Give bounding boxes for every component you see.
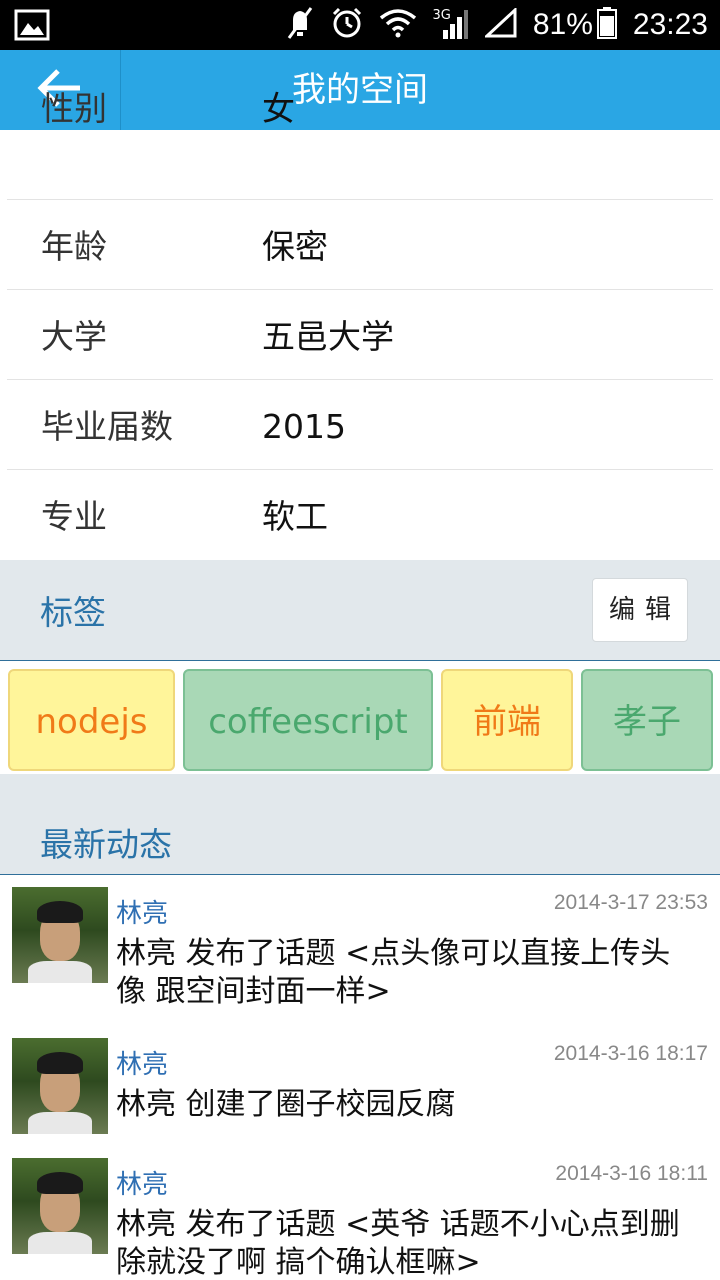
signal-icon: 3G (432, 7, 469, 40)
alarm-icon (331, 7, 363, 43)
row-value: 保密 (262, 227, 328, 266)
tag-item[interactable]: 孝子 (581, 669, 713, 771)
tag-item[interactable]: coffeescript (183, 669, 433, 771)
profile-row-major: 专业 软工 (7, 470, 713, 559)
profile-info: 性别 女 年龄 保密 大学 五邑大学 毕业届数 2015 专业 软工 (0, 89, 720, 559)
feed-text: 林亮 发布了话题 <英爷 话题不小心点到删除就没了啊 搞个确认框嘛> (116, 1207, 680, 1280)
profile-row-age: 年龄 保密 (7, 200, 713, 290)
profile-row-university: 大学 五邑大学 (7, 290, 713, 380)
row-label: 年龄 (41, 227, 107, 266)
activity-title: 最新动态 (40, 825, 172, 864)
battery-percent: 81% (532, 8, 593, 41)
edit-tags-button[interactable]: 编辑 (592, 578, 688, 642)
network-type: 3G (432, 7, 451, 23)
tags-section-header: 标签 编辑 (0, 560, 720, 661)
tag-item[interactable]: 前端 (441, 669, 573, 771)
activity-feed: 林亮 2014-3-17 23:53 林亮 发布了话题 <点头像可以直接上传头像… (0, 875, 720, 1280)
row-value: 五邑大学 (262, 317, 394, 356)
row-value: 2015 (262, 407, 346, 446)
row-label: 性别 (41, 89, 107, 128)
tags-list: nodejs coffeescript 前端 孝子 (0, 661, 720, 774)
avatar[interactable] (12, 1158, 108, 1254)
mute-icon (285, 6, 315, 44)
feed-text: 林亮 发布了话题 <点头像可以直接上传头像 跟空间封面一样> (116, 936, 671, 1009)
tags-title: 标签 (40, 593, 106, 632)
clock: 23:23 (632, 8, 708, 41)
profile-row-gender: 性别 女 (7, 89, 713, 200)
row-label: 专业 (41, 497, 107, 536)
status-bar: 3G 81% 23:23 (0, 0, 720, 50)
row-value: 软工 (262, 497, 328, 536)
image-icon (14, 9, 50, 45)
feed-timestamp: 2014-3-16 18:11 (555, 1162, 708, 1185)
feed-user-name[interactable]: 林亮 (116, 1164, 168, 1201)
feed-user-name[interactable]: 林亮 (116, 893, 168, 930)
activity-section-header: 最新动态 (0, 774, 720, 875)
cell-signal-icon (483, 6, 517, 42)
feed-user-name[interactable]: 林亮 (116, 1044, 168, 1081)
avatar[interactable] (12, 887, 108, 983)
row-value: 女 (262, 89, 295, 128)
feed-timestamp: 2014-3-16 18:17 (553, 1042, 708, 1065)
feed-text: 林亮 创建了圈子校园反腐 (116, 1087, 456, 1122)
row-label: 毕业届数 (41, 407, 173, 446)
avatar[interactable] (12, 1038, 108, 1134)
battery-icon (596, 7, 617, 43)
tag-item[interactable]: nodejs (8, 669, 175, 771)
feed-item[interactable]: 林亮 2014-3-16 18:11 林亮 发布了话题 <英爷 话题不小心点到删… (0, 1146, 720, 1280)
profile-row-graduation-year: 毕业届数 2015 (7, 380, 713, 470)
row-label: 大学 (41, 317, 107, 356)
feed-timestamp: 2014-3-17 23:53 (553, 891, 708, 914)
feed-item[interactable]: 林亮 2014-3-17 23:53 林亮 发布了话题 <点头像可以直接上传头像… (0, 875, 720, 1025)
wifi-icon (379, 8, 417, 42)
feed-item[interactable]: 林亮 2014-3-16 18:17 林亮 创建了圈子校园反腐 (0, 1026, 720, 1146)
